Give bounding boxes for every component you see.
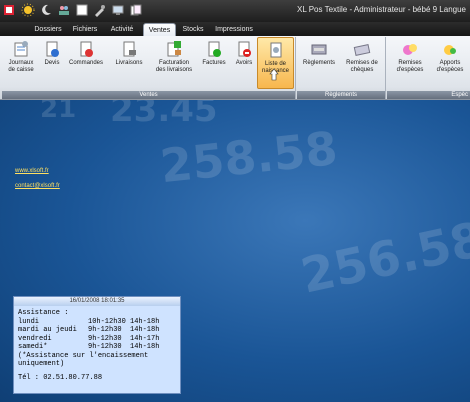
button-label: de caisse [8,67,34,73]
journal-icon [14,41,28,57]
group-reglements: Règlements Remises de chèques Règlements [297,37,386,99]
avoirs-button[interactable]: Avoirs [231,37,257,89]
button-label: Avoirs [235,60,253,66]
contact-email-link[interactable]: contact@xlsoft.fr [15,183,60,189]
button-label: Règlements [302,60,335,66]
button-label: Remises de [346,60,378,66]
background-number: 23.45 [110,100,218,130]
assistance-phone: Tél : 02.51.80.77.88 [18,373,103,382]
title-bar: XL Pos Textile - Administrateur - bébé 9… [0,0,470,22]
button-label: chèques [350,67,374,73]
commandes-icon [80,41,93,57]
factures-icon [208,41,221,57]
tab-ventes[interactable]: Ventes [143,23,176,36]
group-label: Espèc [387,91,470,99]
group-ventes: Journaux de caisse Devis Commandes Livra… [2,37,296,99]
remises-cheques-button[interactable]: Remises de chèques [341,37,383,89]
hours-row: vendredi 9h-12h30 14h-17h [18,334,160,343]
cards-icon[interactable] [129,3,143,17]
ribbon-tabs: Dossiers Fichiers Activité Ventes Stocks… [0,22,470,36]
assistance-note: (*Assistance sur l'encaissement [18,351,149,360]
app-icon[interactable] [3,3,17,17]
button-label: Commandes [68,60,103,66]
tab-fichiers[interactable]: Fichiers [68,23,102,36]
network-icon[interactable] [111,3,125,17]
tab-dossiers[interactable]: Dossiers [30,23,66,36]
apports-especes-button[interactable]: Apports d'espèces [431,37,469,89]
background-number: 258.58 [157,120,340,194]
reglements-button[interactable]: Règlements [300,37,338,89]
people-icon[interactable] [57,3,71,17]
hours-row: samedi* 9h-12h30 14h-18h [18,343,160,351]
facturation-icon [167,41,181,57]
sun-icon[interactable] [21,3,35,17]
mouse-cursor-icon [269,68,279,81]
button-label: d'espèces [396,67,424,73]
quick-access-toolbar [3,3,143,17]
reglements-icon [311,44,327,55]
button-label: Journaux [8,60,34,66]
factures-button[interactable]: Factures [198,37,230,89]
preview-icon[interactable] [75,3,89,17]
group-especes: Remises d'espèces Apports d'espèces Espè… [387,37,470,99]
background-number: 256.58 [296,211,470,305]
avoirs-icon [238,41,251,57]
window-title: XL Pos Textile - Administrateur - bébé 9… [297,5,466,14]
background-number: 21 [40,100,77,124]
devis-icon [46,41,59,57]
group-label: Règlements [297,91,385,99]
assistance-panel: 16/01/2008 18:01:35 Assistance : lundi 10… [13,296,181,394]
journaux-caisse-button[interactable]: Journaux de caisse [4,37,38,89]
tab-impressions[interactable]: Impressions [212,23,256,36]
button-label: Devis [44,60,60,66]
button-label: Livraisons [115,60,143,66]
commandes-button[interactable]: Commandes [66,37,106,89]
liste-naissance-button[interactable]: Liste de naissance [257,37,294,89]
group-label: Ventes [2,91,295,99]
apports-especes-icon [444,45,456,55]
hours-row: lundi 10h-12h30 14h-18h [18,317,160,326]
assistance-title: Assistance : [18,309,69,317]
remises-especes-icon [403,44,417,55]
assistance-note: uniquement) [18,360,65,368]
tab-activite[interactable]: Activité [104,23,140,36]
devis-button[interactable]: Devis [40,37,64,89]
moon-icon[interactable] [39,3,53,17]
liste-naissance-icon [270,42,281,58]
tools-icon[interactable] [93,3,107,17]
button-label: Factures [202,60,226,66]
button-label: des livraisons [155,67,193,73]
livraisons-icon [123,41,136,57]
remises-especes-button[interactable]: Remises d'espèces [391,37,429,89]
livraisons-button[interactable]: Livraisons [110,37,148,89]
remises-cheques-icon [353,44,371,56]
button-label: Liste de [264,61,286,67]
hours-row: mardi au jeudi 9h-12h30 14h-18h [18,326,160,334]
button-label: d'espèces [436,67,464,73]
tab-stocks[interactable]: Stocks [178,23,208,36]
button-label: Remises [398,60,422,66]
panel-datetime: 16/01/2008 18:01:35 [14,297,180,306]
website-link[interactable]: www.xlsoft.fr [15,168,49,174]
facturation-livraisons-button[interactable]: Facturation des livraisons [152,37,196,89]
button-label: Facturation [158,60,189,66]
ribbon-panel: Journaux de caisse Devis Commandes Livra… [0,36,470,100]
button-label: Apports [439,60,461,66]
